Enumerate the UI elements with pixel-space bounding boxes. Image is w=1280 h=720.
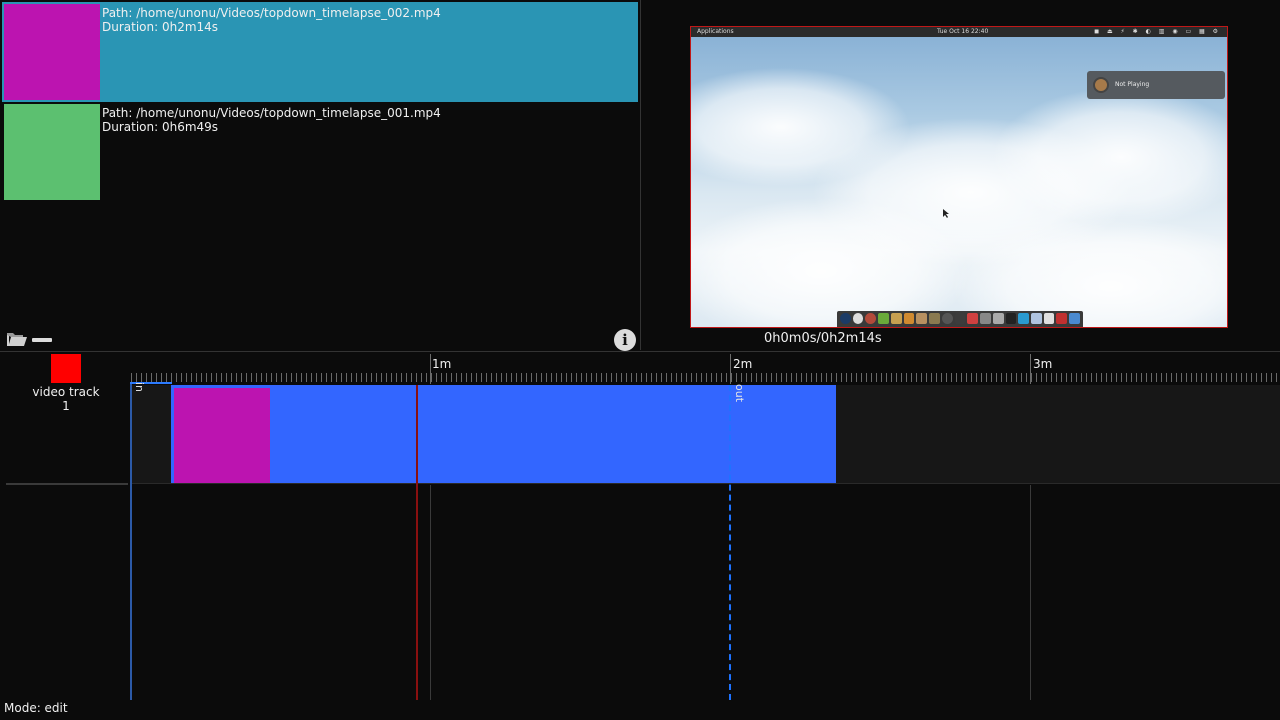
ruler-major-tick [1030, 354, 1031, 384]
ruler-major-tick [430, 354, 431, 384]
info-icon[interactable]: i [614, 329, 636, 351]
desktop-clock: Tue Oct 16 22:40 [937, 28, 989, 35]
out-point-marker[interactable] [729, 385, 731, 700]
media-path: Path: /home/unonu/Videos/topdown_timelap… [102, 6, 441, 20]
media-duration: Duration: 0h2m14s [102, 20, 219, 34]
ruler-label-1m: 1m [432, 357, 452, 371]
media-item-1[interactable]: Path: /home/unonu/Videos/topdown_timelap… [2, 2, 638, 102]
minus-icon[interactable] [32, 338, 52, 342]
notification-text: Not Playing [1115, 81, 1150, 88]
timeline-gridline [430, 485, 431, 700]
playback-time: 0h0m0s/0h2m14s [764, 331, 882, 346]
ruler-label-2m: 2m [733, 357, 753, 371]
ruler-major-tick [730, 354, 731, 384]
lane-separator [131, 483, 1280, 484]
folder-icon[interactable] [6, 331, 28, 347]
desktop-dock [837, 311, 1083, 327]
desktop-notification: Not Playing [1087, 71, 1225, 99]
media-item-2[interactable]: Path: /home/unonu/Videos/topdown_timelap… [2, 102, 638, 202]
playhead[interactable] [416, 385, 418, 700]
timeline-gridline [1030, 485, 1031, 700]
cursor-icon [943, 209, 949, 218]
ruler-minor-ticks [131, 373, 1280, 382]
preview-video[interactable]: Applications Tue Oct 16 22:40 ◼ ⏏ ⚡ ✱ ◐ … [690, 26, 1228, 328]
desktop-tray: ◼ ⏏ ⚡ ✱ ◐ ▥ ◉ ▭ ▦ ⚙ [1094, 28, 1221, 35]
media-thumbnail [4, 4, 100, 100]
media-info: Path: /home/unonu/Videos/topdown_timelap… [102, 106, 441, 134]
track-color-swatch[interactable] [51, 354, 81, 383]
media-thumbnail [4, 104, 100, 200]
track-label[interactable]: video track 1 [6, 385, 126, 413]
desktop-applications-menu: Applications [697, 28, 734, 35]
media-toolbar [0, 328, 640, 350]
in-point-label: in [133, 382, 146, 393]
desktop-topbar: Applications Tue Oct 16 22:40 ◼ ⏏ ⚡ ✱ ◐ … [691, 27, 1227, 37]
media-duration: Duration: 0h6m49s [102, 120, 219, 134]
mode-status: Mode: edit [4, 701, 68, 715]
track-separator [6, 483, 128, 485]
media-path: Path: /home/unonu/Videos/topdown_timelap… [102, 106, 441, 120]
speaker-icon [1093, 77, 1109, 93]
ruler-label-3m: 3m [1033, 357, 1053, 371]
track-name: video track [32, 385, 100, 399]
track-number: 1 [62, 399, 70, 413]
status-bar [0, 700, 1280, 720]
out-point-label: out [733, 384, 746, 403]
clip-thumbnail [174, 388, 270, 483]
in-point-marker[interactable] [130, 382, 132, 700]
media-info: Path: /home/unonu/Videos/topdown_timelap… [102, 6, 441, 34]
